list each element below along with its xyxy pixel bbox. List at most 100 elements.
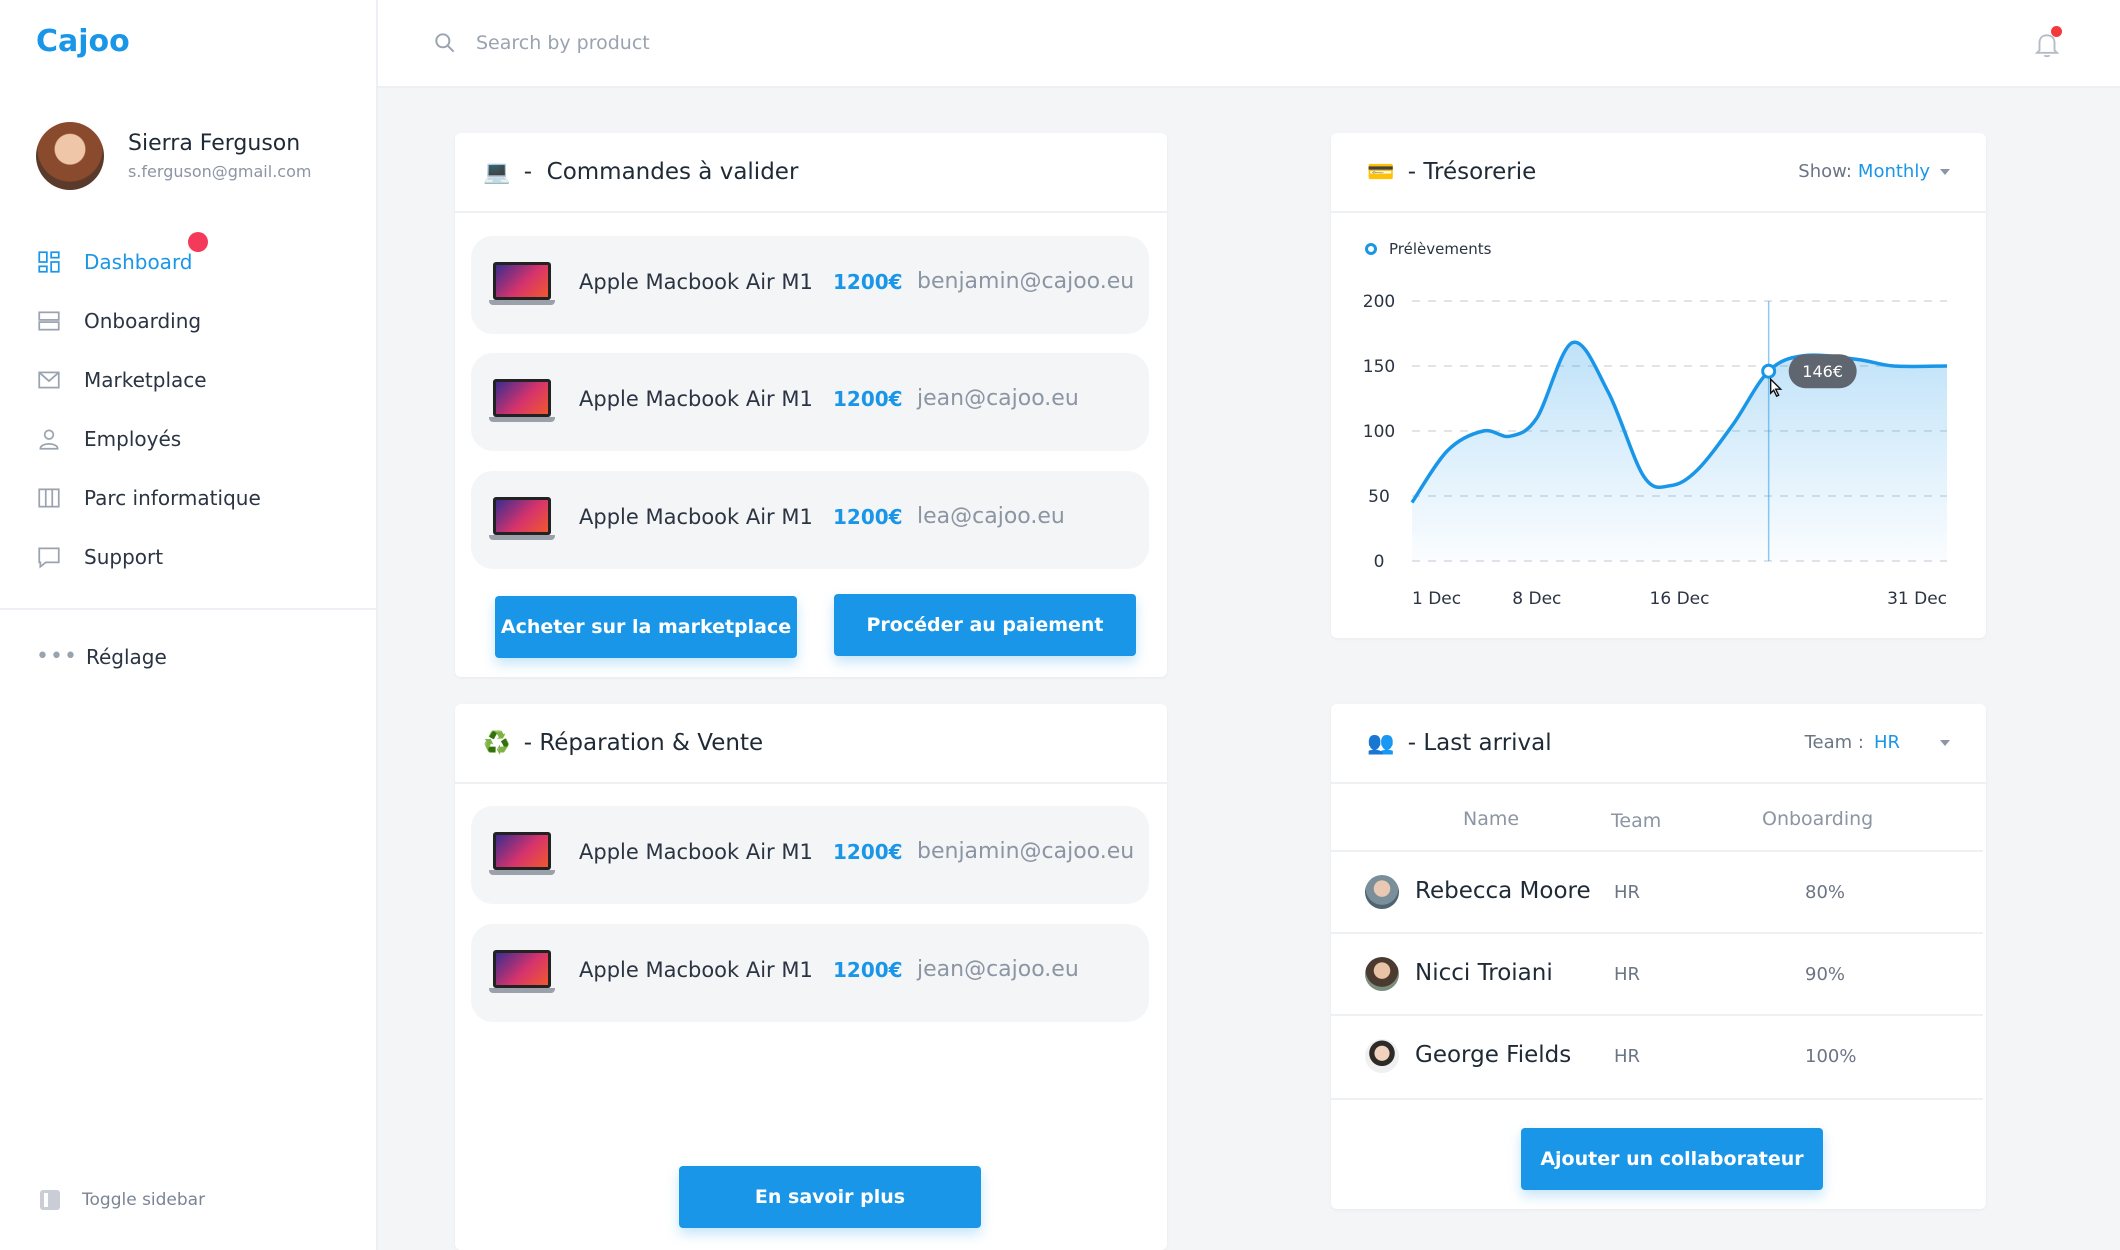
chat-icon — [38, 546, 60, 569]
last-arrival-title: Last arrival — [1423, 730, 1552, 756]
avatar — [1365, 1039, 1399, 1073]
product-name: Apple Macbook Air M1 — [579, 387, 813, 411]
product-price: 1200€ — [833, 958, 903, 982]
team-label: Team : — [1804, 732, 1864, 753]
x-tick-label: 8 Dec — [1512, 589, 1561, 609]
highlight-point[interactable] — [1761, 363, 1777, 379]
product-name: Apple Macbook Air M1 — [579, 270, 813, 294]
laptop-thumbnail — [489, 497, 555, 541]
sidebar-divider — [0, 608, 376, 610]
list-item[interactable]: Apple Macbook Air M1 1200€ jean@cajoo.eu — [471, 353, 1149, 451]
orders-title: Commandes à valider — [546, 159, 799, 185]
grid-icon — [38, 250, 60, 273]
sidebar-item-parc-informatique[interactable]: Parc informatique — [36, 468, 261, 527]
table-row[interactable]: Rebecca Moore HR 80% — [1331, 852, 1983, 934]
last-arrival-card: 👥 - Last arrival Team : HR Name Team Onb… — [1331, 704, 1986, 1209]
employee-team: HR — [1614, 1046, 1641, 1067]
table-row[interactable]: George Fields HR 100% — [1331, 1016, 1983, 1100]
employee-onboarding: 90% — [1805, 964, 1846, 985]
settings-label: Réglage — [86, 644, 167, 669]
column-header-team: Team — [1611, 810, 1662, 832]
buy-marketplace-button[interactable]: Acheter sur la marketplace — [495, 596, 797, 658]
sidebar-item-label: Employés — [84, 426, 182, 451]
team-icon: 👥 — [1367, 730, 1395, 756]
toggle-sidebar-button[interactable]: Toggle sidebar — [40, 1190, 205, 1210]
user-profile[interactable]: Sierra Ferguson s.ferguson@gmail.com — [36, 122, 311, 190]
user-email: s.ferguson@gmail.com — [128, 162, 312, 181]
team-select[interactable]: Team : HR — [1805, 732, 1950, 753]
column-header-onboarding: Onboarding — [1762, 808, 1874, 830]
repair-title-dash: - — [516, 730, 540, 756]
sidebar-item-label: Support — [84, 544, 164, 569]
sidebar-item-employes[interactable]: Employés — [36, 409, 261, 468]
top-bar — [378, 0, 2120, 88]
sidebar-item-support[interactable]: Support — [36, 527, 261, 586]
sidebar-item-onboarding[interactable]: Onboarding — [36, 291, 261, 350]
list-item[interactable]: Apple Macbook Air M1 1200€ lea@cajoo.eu — [471, 471, 1149, 569]
requester-email: lea@cajoo.eu — [917, 504, 1065, 529]
sidebar-nav: Dashboard Onboarding Marketplace Employé… — [36, 232, 261, 586]
product-price: 1200€ — [833, 505, 903, 529]
avatar[interactable] — [36, 122, 104, 190]
orders-title-dash: - — [516, 159, 547, 185]
laptop-icon: 💻 — [483, 159, 511, 185]
column-header-name: Name — [1463, 808, 1520, 830]
laptop-thumbnail — [489, 832, 555, 876]
product-name: Apple Macbook Air M1 — [579, 840, 813, 864]
list-item[interactable]: Apple Macbook Air M1 1200€ benjamin@cajo… — [471, 806, 1149, 904]
table-row[interactable]: Nicci Troiani HR 90% — [1331, 934, 1983, 1016]
x-tick-label: 1 Dec — [1412, 589, 1461, 609]
user-icon — [39, 428, 59, 450]
sidebar-item-label: Parc informatique — [84, 485, 261, 510]
learn-more-button[interactable]: En savoir plus — [679, 1166, 981, 1228]
app-logo[interactable]: Cajoo — [36, 24, 130, 59]
employee-onboarding: 80% — [1805, 882, 1846, 903]
last-arrival-header: 👥 - Last arrival Team : HR — [1331, 704, 1986, 784]
y-tick-label: 100 — [1363, 422, 1395, 442]
employee-name: Rebecca Moore — [1415, 878, 1591, 904]
employee-name: Nicci Troiani — [1415, 960, 1553, 986]
x-tick-label: 31 Dec — [1887, 589, 1947, 609]
search-icon — [435, 33, 455, 53]
notification-dot — [2051, 26, 2062, 37]
mail-icon — [38, 371, 60, 388]
avatar — [1365, 957, 1399, 991]
toggle-sidebar-label: Toggle sidebar — [82, 1190, 206, 1210]
layers-icon — [38, 310, 60, 331]
employee-onboarding: 100% — [1805, 1046, 1857, 1067]
employee-name: George Fields — [1415, 1042, 1572, 1068]
add-collaborator-button[interactable]: Ajouter un collaborateur — [1521, 1128, 1823, 1190]
laptop-thumbnail — [489, 262, 555, 306]
user-name: Sierra Ferguson — [128, 131, 301, 156]
chart-tooltip: 146€ — [1788, 354, 1857, 389]
treasury-card: 💳 - Trésorerie Show: Monthly Prélèvement… — [1331, 133, 1986, 638]
recycle-icon: ♻️ — [483, 730, 511, 756]
list-item[interactable]: Apple Macbook Air M1 1200€ jean@cajoo.eu — [471, 924, 1149, 1022]
search-input[interactable] — [476, 26, 976, 60]
tooltip-label: 146€ — [1802, 362, 1843, 381]
employee-team: HR — [1614, 964, 1641, 985]
sidebar-item-dashboard[interactable]: Dashboard — [36, 232, 261, 291]
product-price: 1200€ — [833, 387, 903, 411]
employee-team: HR — [1614, 882, 1641, 903]
chevron-down-icon — [1940, 739, 1950, 746]
requester-email: jean@cajoo.eu — [917, 386, 1079, 411]
y-tick-label: 150 — [1363, 357, 1395, 377]
requester-email: jean@cajoo.eu — [917, 957, 1079, 982]
sidebar-toggle-icon — [40, 1190, 60, 1210]
orders-card: 💻 - Commandes à valider Apple Macbook Ai… — [455, 133, 1167, 677]
sidebar-item-marketplace[interactable]: Marketplace — [36, 350, 261, 409]
proceed-payment-button[interactable]: Procéder au paiement — [834, 594, 1136, 656]
list-item[interactable]: Apple Macbook Air M1 1200€ benjamin@cajo… — [471, 236, 1149, 334]
sidebar-item-label: Onboarding — [84, 308, 202, 333]
laptop-thumbnail — [489, 950, 555, 994]
treasury-chart[interactable]: 0 50 100 150 200 1 Dec 8 Dec 16 Dec 31 Dec 146€ — [1331, 133, 1986, 638]
y-tick-label: 200 — [1363, 292, 1395, 312]
sidebar: Cajoo Sierra Ferguson s.ferguson@gmail.c… — [0, 0, 378, 1250]
product-price: 1200€ — [833, 840, 903, 864]
columns-icon — [38, 487, 60, 508]
notification-dot — [188, 232, 208, 252]
sidebar-item-settings[interactable]: ••• Réglage — [36, 644, 167, 669]
sidebar-item-label: Dashboard — [84, 249, 193, 274]
requester-email: benjamin@cajoo.eu — [917, 269, 1135, 294]
